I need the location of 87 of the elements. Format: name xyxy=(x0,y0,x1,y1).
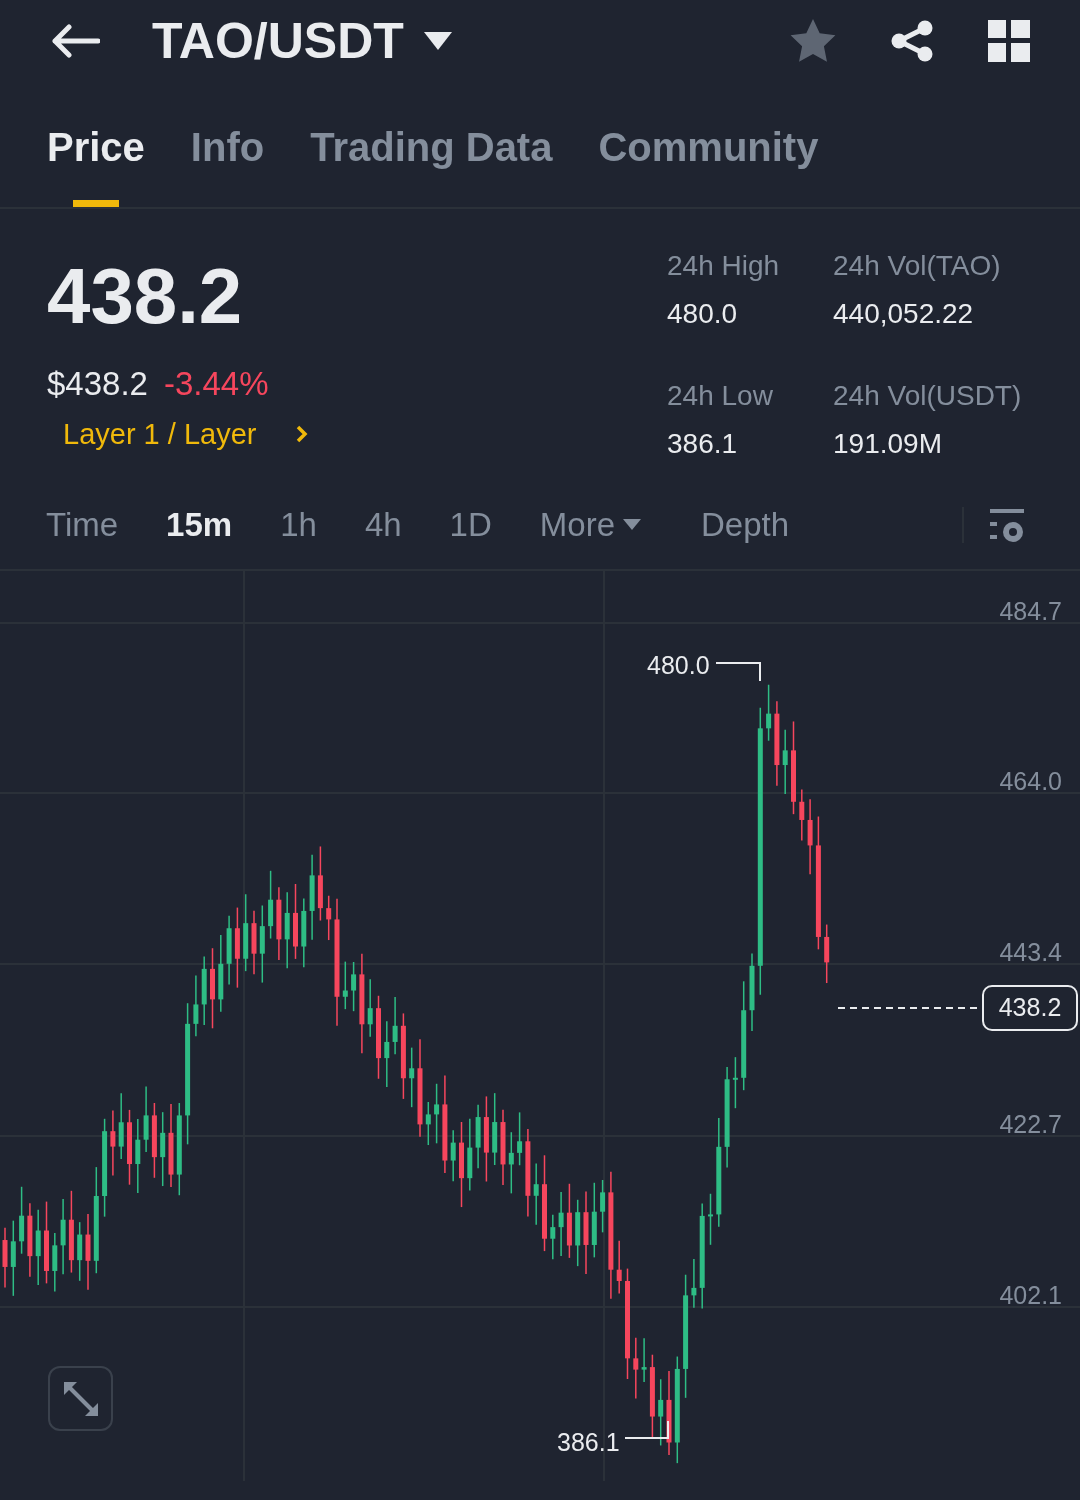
stat-value: 440,052.22 xyxy=(833,297,975,331)
usd-price: $438.2 xyxy=(47,364,148,404)
star-icon[interactable] xyxy=(790,19,836,63)
interval-tab[interactable]: 4h xyxy=(364,500,402,550)
stat-label: 24h Vol(TAO) xyxy=(833,249,1002,283)
candle xyxy=(52,1232,58,1293)
candle xyxy=(658,1378,664,1447)
low-label: 386.1 xyxy=(557,1427,620,1458)
page-tab[interactable]: Info xyxy=(190,117,265,207)
interval-tab[interactable]: Time xyxy=(46,500,119,550)
last-price-tag: 438.2 xyxy=(982,985,1078,1031)
candle xyxy=(19,1186,25,1255)
chevron-right-icon xyxy=(296,425,309,444)
last-price: 438.2 xyxy=(47,257,244,335)
grid-icon[interactable] xyxy=(988,20,1030,62)
candle xyxy=(143,1085,149,1153)
candle xyxy=(558,1191,564,1257)
candle xyxy=(782,728,788,795)
candle xyxy=(2,1226,8,1289)
candle xyxy=(766,684,772,742)
candle xyxy=(633,1336,639,1400)
leader-line xyxy=(715,662,761,682)
leader-line xyxy=(624,1420,669,1439)
candle xyxy=(77,1221,83,1282)
candle xyxy=(533,1162,539,1226)
stat-value: 386.1 xyxy=(667,427,739,461)
candle xyxy=(550,1214,556,1261)
stat-label: 24h Low xyxy=(667,379,774,413)
expand-icon xyxy=(61,1379,100,1418)
back-arrow-icon[interactable] xyxy=(50,24,100,58)
fullscreen-button[interactable] xyxy=(48,1366,113,1431)
caret-icon xyxy=(623,519,641,531)
stat-value: 191.09M xyxy=(833,427,943,461)
candle xyxy=(193,974,199,1037)
candle xyxy=(616,1240,622,1295)
candle xyxy=(434,1083,440,1145)
candle xyxy=(110,1109,116,1177)
page-tab[interactable]: Trading Data xyxy=(310,117,553,207)
stat-value: 480.0 xyxy=(667,297,739,331)
candle xyxy=(517,1111,523,1166)
candle xyxy=(799,788,805,842)
candle xyxy=(226,915,232,986)
page-tab[interactable]: Community xyxy=(598,117,819,207)
candle xyxy=(409,1046,415,1108)
candle xyxy=(732,1056,738,1109)
candle xyxy=(342,960,348,1010)
candle xyxy=(351,961,357,1012)
axis-label: 464.0 xyxy=(999,766,1062,797)
candle xyxy=(600,1179,606,1234)
candle xyxy=(268,870,274,940)
candle xyxy=(575,1199,581,1267)
interval-tab[interactable]: Depth xyxy=(701,500,790,550)
candle xyxy=(326,895,332,941)
interval-tab[interactable]: 15m xyxy=(166,500,233,550)
candle xyxy=(475,1103,481,1169)
axis-label: 402.1 xyxy=(999,1280,1062,1311)
category-link[interactable]: Layer 1 / Layer xyxy=(63,412,667,456)
interval-tab[interactable]: 1D xyxy=(449,500,492,550)
share-icon[interactable] xyxy=(890,20,934,62)
candle xyxy=(450,1129,456,1182)
pair-selector[interactable]: TAO/USDT xyxy=(152,3,452,79)
axis-label: 484.7 xyxy=(999,596,1062,627)
page-tab[interactable]: Price xyxy=(47,117,145,207)
candle xyxy=(508,1131,514,1195)
interval-tab[interactable]: 1h xyxy=(280,500,317,550)
axis-label: 443.4 xyxy=(999,937,1062,968)
high-label: 480.0 xyxy=(647,650,710,681)
stat-label: 24h Vol(USDT) xyxy=(833,379,1023,413)
more-dropdown[interactable]: More xyxy=(539,500,641,550)
candle xyxy=(392,996,398,1056)
candle xyxy=(367,978,373,1038)
price-change: -3.44% xyxy=(163,364,269,404)
candle xyxy=(824,923,830,984)
candle xyxy=(251,910,257,976)
candle xyxy=(301,897,307,968)
candle xyxy=(384,1020,390,1088)
stat-label: 24h High xyxy=(667,249,781,283)
candle xyxy=(641,1337,647,1383)
candle xyxy=(691,1258,697,1309)
candle xyxy=(425,1101,431,1146)
tab-indicator xyxy=(72,200,119,207)
candle xyxy=(118,1092,124,1160)
axis-label: 422.7 xyxy=(999,1109,1062,1140)
chart-settings-icon[interactable] xyxy=(988,506,1026,544)
caret-icon xyxy=(423,32,452,50)
candle xyxy=(708,1193,713,1246)
candle xyxy=(201,955,207,1026)
